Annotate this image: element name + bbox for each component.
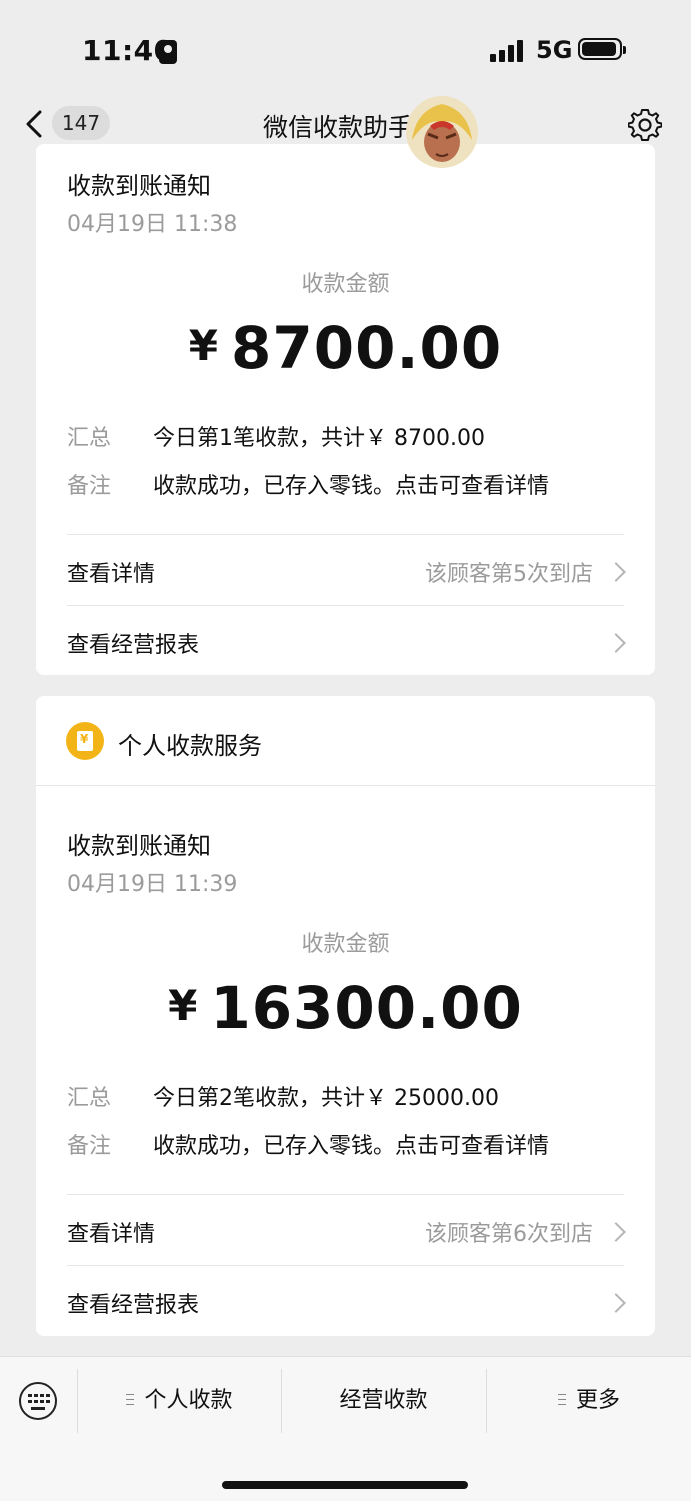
submenu-icon	[126, 1394, 135, 1405]
summary-label: 汇总	[67, 426, 112, 451]
menu-more[interactable]: 更多	[487, 1357, 691, 1445]
note-value: 收款成功，已存入零钱。点击可查看详情	[153, 1134, 550, 1159]
visit-count-hint: 该顾客第5次到店	[425, 562, 593, 587]
amount-label: 收款金额	[301, 272, 390, 297]
chevron-right-icon	[606, 562, 626, 582]
note-label: 备注	[67, 1134, 112, 1159]
battery-icon	[578, 38, 626, 60]
divider	[67, 605, 624, 606]
signal-icon	[490, 40, 524, 62]
amount-number: 16300.00	[210, 974, 523, 1042]
wallet-icon	[66, 722, 104, 760]
keyboard-icon[interactable]	[19, 1382, 57, 1420]
submenu-icon	[557, 1394, 566, 1405]
menu-business-payment[interactable]: 经营收款	[282, 1357, 485, 1445]
view-details-link[interactable]: 查看详情	[67, 1216, 155, 1248]
status-bar: 11:40 5G	[0, 0, 691, 100]
chevron-right-icon	[606, 1293, 626, 1313]
notification-date: 04月19日 11:38	[67, 212, 238, 237]
summary-value: 今日第1笔收款，共计￥ 8700.00	[153, 426, 485, 451]
menu-label: 个人收款	[144, 1388, 233, 1413]
home-indicator	[222, 1481, 468, 1489]
view-report-link[interactable]: 查看经营报表	[67, 627, 199, 659]
note-label: 备注	[67, 474, 112, 499]
chevron-right-icon	[606, 633, 626, 653]
summary-value: 今日第2笔收款，共计￥ 25000.00	[153, 1086, 499, 1111]
divider	[67, 1265, 624, 1266]
divider	[67, 534, 624, 535]
currency-symbol: ¥	[188, 321, 220, 370]
notification-title: 收款到账通知	[67, 832, 211, 860]
unread-count-badge[interactable]: 147	[52, 106, 110, 140]
menu-personal-payment[interactable]: 个人收款	[78, 1357, 281, 1445]
bottom-menu-bar: 个人收款 经营收款 更多	[0, 1356, 691, 1501]
menu-label: 更多	[575, 1388, 620, 1413]
settings-gear-icon[interactable]	[628, 108, 662, 142]
amount-number: 8700.00	[231, 314, 503, 382]
view-details-link[interactable]: 查看详情	[67, 556, 155, 588]
amount-label: 收款金额	[301, 932, 390, 957]
amount-value: ¥8700.00	[36, 314, 655, 382]
back-arrow-icon[interactable]	[20, 104, 50, 144]
service-name: 个人收款服务	[118, 732, 262, 760]
payment-notification-card[interactable]: 收款到账通知 04月19日 11:38 收款金额 ¥8700.00 汇总 今日第…	[36, 144, 655, 675]
chevron-right-icon	[606, 1222, 626, 1242]
summary-label: 汇总	[67, 1086, 112, 1111]
notification-title: 收款到账通知	[67, 172, 211, 200]
currency-symbol: ¥	[168, 981, 199, 1030]
divider	[36, 785, 655, 786]
menu-label: 经营收款	[339, 1388, 428, 1413]
network-type: 5G	[536, 36, 573, 64]
note-value: 收款成功，已存入零钱。点击可查看详情	[153, 474, 550, 499]
divider	[67, 1194, 624, 1195]
notification-date: 04月19日 11:39	[67, 872, 238, 897]
avatar[interactable]	[406, 96, 478, 168]
visit-count-hint: 该顾客第6次到店	[425, 1222, 593, 1247]
payment-notification-card[interactable]: 个人收款服务 收款到账通知 04月19日 11:39 收款金额 ¥16300.0…	[36, 696, 655, 1336]
amount-value: ¥16300.00	[36, 974, 655, 1042]
view-report-link[interactable]: 查看经营报表	[67, 1287, 199, 1319]
page-title: 微信收款助手	[263, 113, 414, 142]
contact-card-icon	[159, 40, 177, 64]
